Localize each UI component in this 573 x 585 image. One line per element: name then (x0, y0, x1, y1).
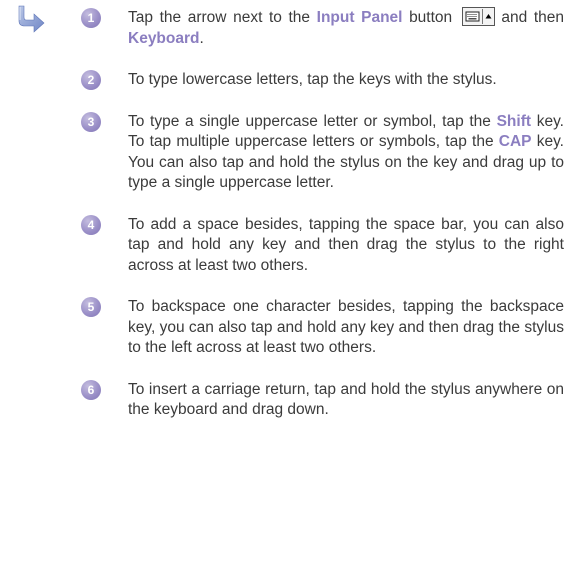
step-1: 1 Tap the arrow next to the Input Panel … (80, 6, 565, 49)
step-text: To add a space besides, tapping the spac… (128, 215, 564, 274)
input-panel-highlight: Input Panel (316, 9, 403, 26)
step-number-badge: 5 (81, 297, 101, 317)
step-number-badge: 3 (81, 111, 101, 132)
step-3: 3 To type a single uppercase letter or s… (80, 111, 564, 194)
step-text: To insert a carriage return, tap and hol… (128, 380, 564, 419)
step-text: and then (501, 9, 565, 26)
step-5: 5 To backspace one character besides, ta… (80, 297, 564, 359)
step-text: . (199, 29, 204, 47)
step-text: button (402, 9, 453, 26)
keyboard-icon (461, 6, 495, 26)
step-text: To type lowercase letters, tap the keys … (128, 71, 497, 88)
keyboard-highlight: Keyboard (128, 29, 200, 47)
step-6: 6 To insert a carriage return, tap and h… (80, 379, 564, 421)
step-number-badge: 6 (81, 379, 101, 400)
step-text: To type a single uppercase letter or sym… (128, 112, 497, 130)
cap-highlight: CAP (498, 133, 532, 150)
step-text: Tap the arrow next to the (128, 9, 317, 26)
instruction-steps: 1 Tap the arrow next to the Input Panel … (80, 6, 565, 421)
step-number-badge: 1 (81, 8, 101, 28)
step-2: 2 To type lowercase letters, tap the key… (80, 70, 564, 91)
step-number-badge: 2 (81, 70, 101, 90)
go-arrow-icon (18, 5, 45, 33)
step-number-badge: 4 (81, 214, 101, 235)
shift-highlight: Shift (496, 112, 532, 130)
step-4: 4 To add a space besides, tapping the sp… (80, 214, 564, 277)
step-text: To backspace one character besides, tapp… (128, 298, 564, 356)
